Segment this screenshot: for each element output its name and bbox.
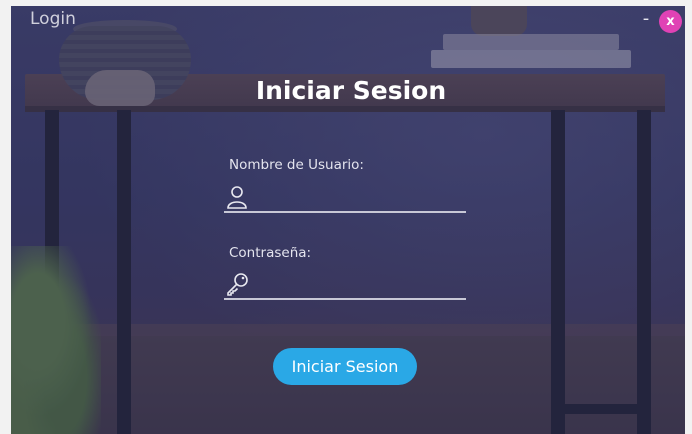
page-title: Iniciar Sesion <box>255 76 447 105</box>
user-icon <box>227 186 247 209</box>
password-label: Contraseña: <box>229 245 312 261</box>
username-label: Nombre de Usuario: <box>229 157 364 173</box>
password-field[interactable] <box>224 272 466 300</box>
key-icon <box>227 273 248 296</box>
minimize-button[interactable]: - <box>638 8 654 30</box>
username-field[interactable] <box>224 185 466 213</box>
close-button[interactable]: x <box>659 10 682 33</box>
password-input[interactable] <box>254 274 462 296</box>
username-input[interactable] <box>254 187 462 209</box>
login-button[interactable]: Iniciar Sesion <box>273 348 417 385</box>
login-window: Login - x Iniciar Sesion Nombre de Usuar… <box>11 6 685 434</box>
window-title: Login <box>30 9 76 29</box>
